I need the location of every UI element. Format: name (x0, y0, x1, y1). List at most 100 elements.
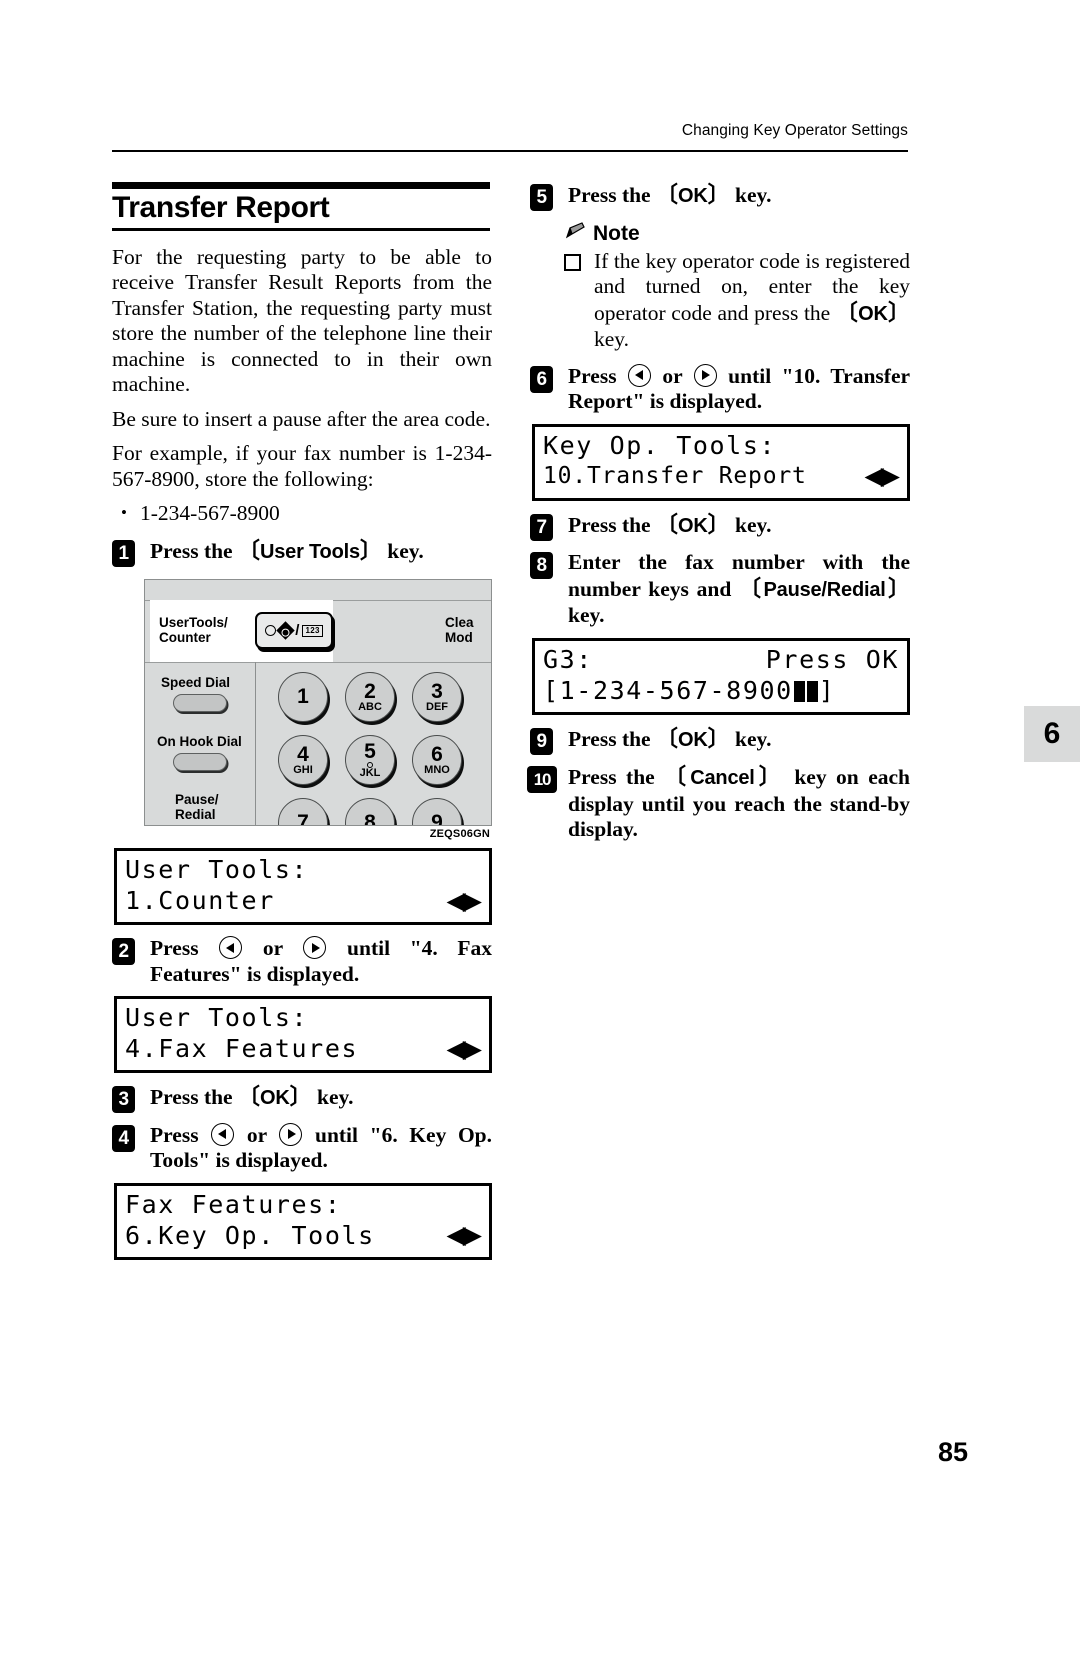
step-8-text: Enter the fax number with the number key… (568, 550, 910, 629)
on-hook-dial-label: On Hook Dial (157, 734, 242, 750)
key-label-ok: OK (678, 728, 708, 751)
lcd-5-row-1: G3: Press OK (543, 644, 899, 675)
step-6-tail: until "10. Transfer Report" is displayed… (568, 363, 911, 414)
lcd-display-1: User Tools: 1.Counter ◀▶ (114, 848, 492, 926)
panel-top-bar (145, 580, 491, 602)
step-number-badge: 3 (112, 1086, 135, 1114)
keypad-key-7[interactable]: 7 (278, 798, 328, 826)
lcd-4-row-2: 10.Transfer Report ◀▶ (543, 461, 900, 492)
bracket-open-icon: 〔 (237, 537, 260, 563)
lcd-1-line-2: 1.Counter (125, 886, 275, 916)
step-number-badge: 5 (530, 184, 553, 211)
step-1: 1 Press the 〔User Tools〕 key. (112, 537, 492, 567)
bracket-open-icon: 〔 (739, 575, 764, 601)
keypad-key-1[interactable]: 1 (278, 672, 328, 723)
bracket-close-icon: 〕 (289, 1084, 312, 1110)
keypad-key-3[interactable]: 3 DEF (412, 672, 462, 723)
panel-divider-vertical (255, 662, 256, 826)
step-2-or: or (262, 936, 283, 961)
keypad-key-6[interactable]: 6 MNO (412, 735, 462, 786)
bracket-close-icon: 〕 (707, 725, 730, 751)
bracket-open-icon: 〔 (237, 1084, 260, 1110)
control-panel-illustration: UserTools/Counter / 123 Clea Mod Speed Di… (144, 579, 492, 840)
keypad-key-4[interactable]: 4 GHI (278, 735, 328, 786)
lcd-scroll-arrows-icon: ◀▶ (864, 461, 900, 490)
speed-dial-button[interactable] (173, 694, 227, 713)
lcd-1-row-2: 1.Counter ◀▶ (125, 885, 482, 916)
key-label-ok: OK (858, 302, 888, 325)
step-9-lead: Press the (568, 726, 651, 751)
note-bullet-square-icon (564, 253, 581, 271)
step-7: 7 Press the 〔OK〕 key. (530, 512, 910, 541)
step-3-lead: Press the (150, 1085, 233, 1110)
chapter-tab: 6 (1024, 706, 1080, 762)
step-6-text: Press or until "10. Transfer Report" is … (568, 363, 911, 415)
example-list: 1-234-567-8900 (112, 500, 492, 527)
step-3-text: Press the 〔OK〕 key. (150, 1084, 492, 1112)
step-7-lead: Press the (568, 512, 651, 537)
step-7-text: Press the 〔OK〕 key. (568, 512, 910, 540)
user-tools-counter-key[interactable]: / 123 (255, 612, 333, 650)
step-10-text: Press the 〔Cancel〕 key on each display u… (568, 764, 910, 843)
step-5-lead: Press the (568, 183, 651, 207)
on-hook-dial-button[interactable] (173, 753, 227, 772)
bracket-close-icon: 〕 (754, 764, 785, 789)
keypad-key-8[interactable]: 8 (345, 798, 395, 826)
lcd-3-row-2: 6.Key Op. Tools ◀▶ (125, 1220, 482, 1251)
lcd-5-line-1-right: Press OK (765, 644, 899, 674)
lcd-1-line-1: User Tools: (125, 855, 309, 885)
lcd-4-line-1: Key Op. Tools: (543, 430, 777, 460)
bracket-close-icon: 〕 (707, 511, 730, 537)
lcd-4-line-2: 10.Transfer Report (543, 462, 807, 489)
arrow-left-icon (219, 936, 243, 960)
note-item-1: If the key operator code is registered a… (564, 249, 910, 353)
step-4-tail: until "6. Key Op. Tools" is displayed. (150, 1122, 493, 1173)
step-6-lead: Press (568, 363, 617, 388)
lcd-2-row-2: 4.Fax Features ◀▶ (125, 1033, 482, 1064)
lcd-scroll-arrows-icon: ◀▶ (446, 1033, 482, 1063)
intro-paragraph-2: Be sure to insert a pause after the area… (112, 406, 491, 431)
keypad-key-5[interactable]: 5 JKL (345, 735, 395, 786)
step-number-badge: 1 (112, 539, 135, 567)
step-4-lead: Press (150, 1122, 199, 1147)
keypad-key-9[interactable]: 9 (412, 798, 462, 826)
step-10-lead: Press the (568, 765, 655, 789)
bracket-close-icon: 〕 (885, 575, 911, 601)
step-9-text: Press the 〔OK〕 key. (568, 726, 910, 754)
lcd-5-close-bracket: ] (818, 675, 836, 705)
step-10: 10 Press the 〔Cancel〕 key on each displa… (527, 764, 910, 843)
pause-redial-label: Pause/Redial (175, 792, 219, 823)
lcd-scroll-arrows-icon: ◀▶ (446, 1220, 482, 1250)
step-number-badge: 10 (527, 766, 557, 793)
step-4-or: or (246, 1122, 267, 1147)
arrow-right-icon (279, 1122, 303, 1146)
step-6: 6 Press or until "10. Transfer Report" i… (530, 363, 911, 415)
step-number-badge: 2 (112, 938, 135, 966)
title-rule-bottom (112, 227, 490, 231)
lcd-5-line-1-left: G3: (543, 644, 593, 674)
step-5: 5 Press the 〔OK〕 key. (530, 182, 910, 211)
lcd-3-line-1: Fax Features: (125, 1189, 342, 1219)
indicator-led-icon (265, 625, 277, 637)
step-3-tail: key. (317, 1085, 354, 1110)
lcd-display-5: G3: Press OK [1-234-567-8900] (532, 637, 910, 715)
keypad-key-2[interactable]: 2 ABC (345, 672, 395, 723)
step-2: 2 Press or until "4. Fax Features" is di… (112, 936, 492, 987)
clear-modes-label: Clea Mod (445, 615, 474, 645)
step-7-tail: key. (735, 512, 772, 537)
note-item-1-text-b: key. (594, 327, 630, 351)
key-label-cancel: Cancel (690, 767, 755, 789)
step-9: 9 Press the 〔OK〕 key. (530, 726, 910, 755)
bracket-open-icon: 〔 (835, 299, 859, 325)
step-5-tail: key. (735, 183, 772, 207)
step-2-text: Press or until "4. Fax Features" is disp… (150, 936, 492, 987)
panel-divider-1 (145, 662, 491, 664)
intro-paragraph-1: For the requesting party to be able to r… (112, 244, 492, 397)
step-6-or: or (662, 363, 683, 388)
cursor-block-icon (793, 680, 805, 702)
page-title: Transfer Report (112, 191, 330, 224)
key-label-ok: OK (260, 1087, 290, 1110)
speed-dial-label: Speed Dial (161, 675, 231, 691)
lcd-5-line-2: [1-234-567-8900] (543, 675, 899, 706)
key-label-pause-redial: Pause/Redial (763, 578, 886, 601)
